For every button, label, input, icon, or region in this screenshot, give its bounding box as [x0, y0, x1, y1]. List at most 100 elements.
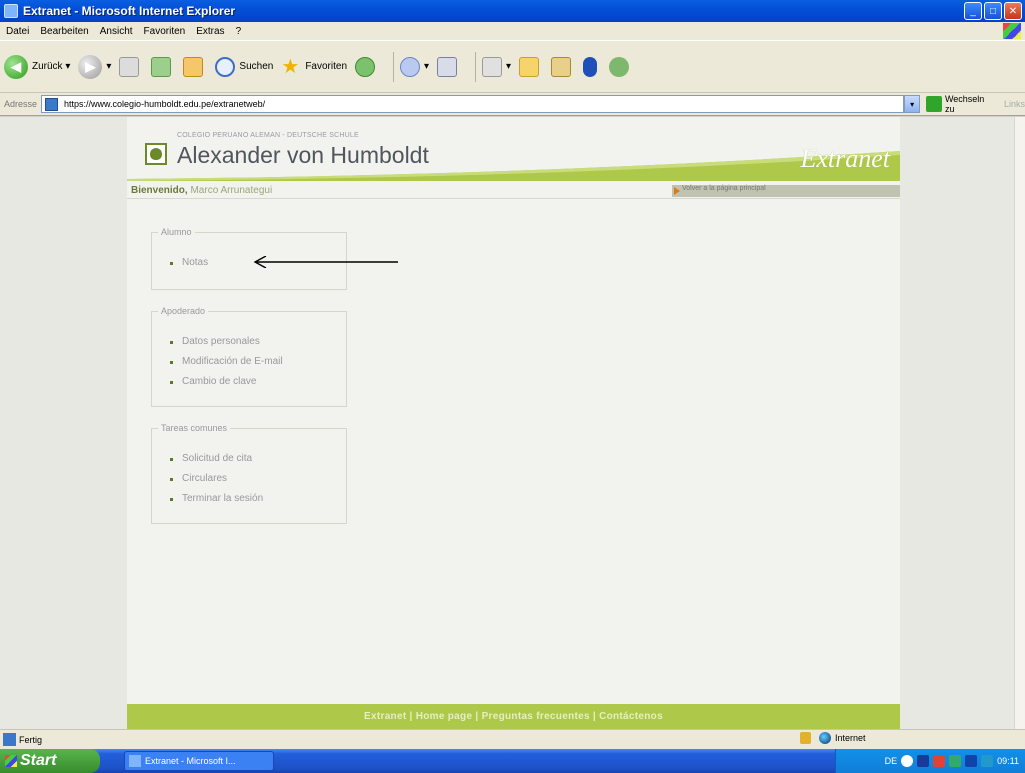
forward-button[interactable]: ▶ ▾	[78, 54, 111, 79]
network-icon[interactable]	[901, 755, 914, 767]
menu-help[interactable]: ?	[236, 26, 242, 37]
close-button[interactable]: ✕	[1004, 2, 1022, 20]
box-apoderado: Apoderado Datos personales Modificación …	[151, 306, 347, 407]
link-solicitud-cita[interactable]: Solicitud de cita	[170, 453, 346, 464]
refresh-button[interactable]	[151, 56, 175, 77]
user-name: Marco Arrunategui	[190, 185, 273, 196]
history-icon	[355, 56, 376, 77]
zone-label: Internet	[835, 733, 866, 743]
school-logo	[145, 143, 167, 165]
security-tray-icon[interactable]	[933, 755, 946, 767]
clock[interactable]: 09:11	[997, 756, 1019, 766]
link-terminar-sesion[interactable]: Terminar la sesión	[170, 493, 346, 504]
update-tray-icon[interactable]	[949, 755, 962, 767]
link-datos-personales[interactable]: Datos personales	[170, 336, 346, 347]
menu-view[interactable]: Ansicht	[100, 26, 133, 37]
maximize-button[interactable]: □	[984, 2, 1002, 20]
web-page: COLEGIO PERUANO ALEMAN - DEUTSCHE SCHULE…	[127, 117, 900, 729]
system-tray: DE 09:11	[835, 749, 1025, 773]
address-label: Adresse	[4, 99, 38, 109]
messenger-button[interactable]	[609, 56, 633, 77]
ie-icon	[4, 4, 18, 18]
forward-arrow-icon: ▶	[78, 54, 103, 79]
lock-icon[interactable]	[800, 732, 811, 744]
print-button[interactable]	[437, 56, 461, 77]
research-button[interactable]	[551, 56, 575, 77]
favorites-button[interactable]: ★ Favoriten	[281, 57, 347, 77]
annotation-arrow-icon	[253, 256, 398, 268]
mail-icon	[400, 56, 421, 77]
search-button[interactable]: Suchen	[215, 56, 273, 77]
go-arrow-icon	[926, 96, 942, 112]
status-text: Fertig	[19, 734, 43, 745]
stop-button[interactable]	[119, 56, 143, 77]
box-title: Alumno	[158, 227, 195, 237]
language-indicator[interactable]: DE	[885, 756, 898, 766]
box-title: Tareas comunes	[158, 423, 231, 433]
window-titlebar: Extranet - Microsoft Internet Explorer _…	[0, 0, 1025, 22]
link-cambio-clave[interactable]: Cambio de clave	[170, 376, 346, 387]
site-footer[interactable]: Extranet | Home page | Preguntas frecuen…	[127, 704, 900, 729]
site-header: COLEGIO PERUANO ALEMAN - DEUTSCHE SCHULE…	[127, 117, 900, 181]
home-button[interactable]	[183, 56, 207, 77]
page-icon	[45, 98, 59, 111]
browser-viewport: COLEGIO PERUANO ALEMAN - DEUTSCHE SCHULE…	[0, 117, 1014, 729]
bluetooth-button[interactable]	[583, 56, 601, 77]
bluetooth-icon	[583, 56, 598, 77]
school-name: Alexander von Humboldt	[177, 142, 429, 168]
menu-tools[interactable]: Extras	[196, 26, 224, 37]
research-icon	[551, 56, 572, 77]
window-title: Extranet - Microsoft Internet Explorer	[23, 4, 236, 18]
box-title: Apoderado	[158, 306, 209, 316]
bluetooth-tray-icon[interactable]	[917, 755, 930, 767]
back-to-home-link[interactable]: Volver a la página principal	[672, 185, 900, 197]
school-subtitle: COLEGIO PERUANO ALEMAN - DEUTSCHE SCHULE	[177, 132, 359, 139]
start-button[interactable]: Start	[0, 749, 100, 773]
menu-file[interactable]: Datei	[6, 26, 29, 37]
links-button[interactable]: Links	[1004, 99, 1025, 109]
toolbar: ◀ Zurück ▾ ▶ ▾ Suchen ★ Favoriten ▾ ▾	[0, 41, 1025, 93]
edit-icon	[482, 56, 503, 77]
back-button[interactable]: ◀ Zurück ▾	[4, 54, 70, 79]
home-icon	[183, 56, 204, 77]
security-zone: Internet	[800, 732, 866, 744]
star-icon: ★	[281, 55, 300, 78]
address-url: https://www.colegio-humboldt.edu.pe/extr…	[64, 99, 266, 109]
link-circulares[interactable]: Circulares	[170, 473, 346, 484]
extranet-brand: Extranet	[800, 144, 890, 173]
windows-logo-icon	[1003, 23, 1021, 39]
minimize-button[interactable]: _	[964, 2, 982, 20]
mail-button[interactable]: ▾	[400, 56, 429, 77]
link-modificacion-email[interactable]: Modificación de E-mail	[170, 356, 346, 367]
status-bar: Fertig Internet	[0, 729, 1025, 749]
taskbar: Start Extranet - Microsoft I... DE 09:11	[0, 749, 1025, 773]
search-icon	[215, 56, 236, 77]
address-dropdown-button[interactable]: ▾	[904, 95, 921, 113]
menu-edit[interactable]: Bearbeiten	[40, 26, 88, 37]
globe-icon	[819, 732, 831, 744]
folder-button[interactable]	[519, 56, 543, 77]
refresh-icon	[151, 56, 172, 77]
volume-icon[interactable]	[981, 755, 994, 767]
back-arrow-icon: ◀	[4, 54, 28, 79]
menu-favorites[interactable]: Favoriten	[144, 26, 186, 37]
welcome-bar: Bienvenido, Marco Arrunategui Volver a l…	[127, 183, 900, 199]
edit-button[interactable]: ▾	[482, 56, 511, 77]
welcome-text: Bienvenido, Marco Arrunategui	[131, 185, 273, 196]
history-button[interactable]	[355, 56, 379, 77]
messenger-tray-icon[interactable]	[965, 755, 978, 767]
stop-icon	[119, 56, 140, 77]
taskbar-item-ie[interactable]: Extranet - Microsoft I...	[124, 751, 274, 771]
box-tareas-comunes: Tareas comunes Solicitud de cita Circula…	[151, 423, 347, 524]
menu-bar: Datei Bearbeiten Ansicht Favoriten Extra…	[0, 22, 1025, 41]
messenger-icon	[609, 56, 630, 77]
address-bar: Adresse https://www.colegio-humboldt.edu…	[0, 93, 1025, 116]
address-input[interactable]: https://www.colegio-humboldt.edu.pe/extr…	[41, 95, 905, 113]
toolbar-separator	[393, 51, 395, 82]
go-button[interactable]: Wechseln zu	[926, 94, 996, 114]
vertical-scrollbar[interactable]	[1014, 117, 1025, 729]
toolbar-separator	[475, 51, 477, 82]
print-icon	[437, 56, 458, 77]
folder-icon	[519, 56, 540, 77]
page-done-icon	[3, 733, 16, 746]
